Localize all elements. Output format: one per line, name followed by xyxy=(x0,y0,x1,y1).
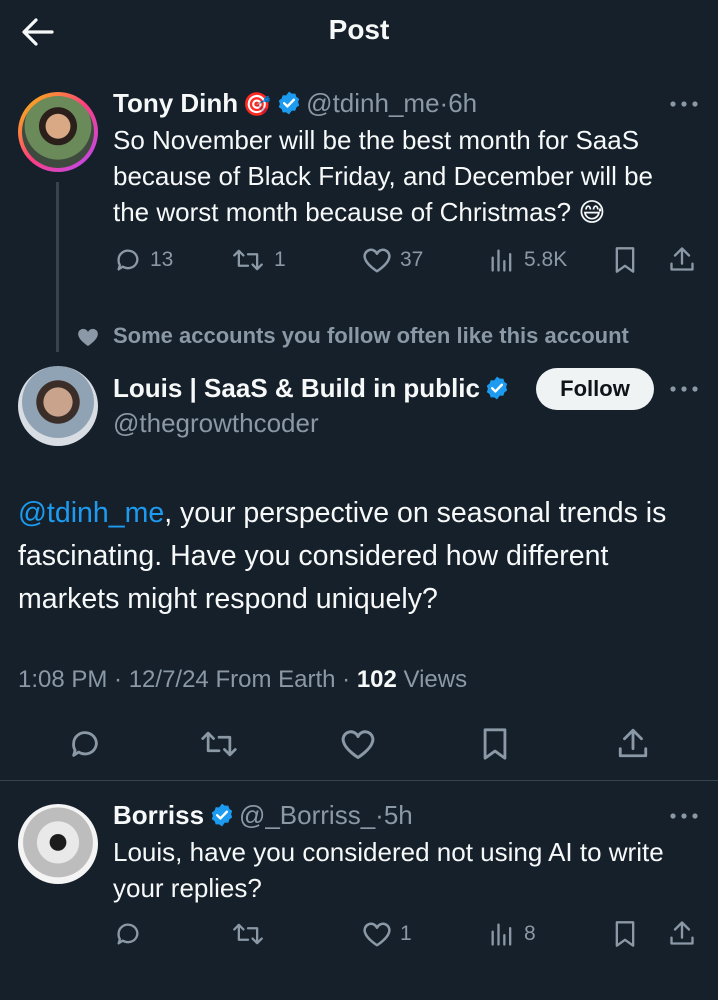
parent-post-header: Tony Dinh 🎯 @tdinh_me·6h xyxy=(113,88,477,119)
follow-button[interactable]: Follow xyxy=(536,368,654,410)
repost-count: 1 xyxy=(274,248,286,271)
share-icon[interactable] xyxy=(668,919,696,947)
verified-badge-icon xyxy=(487,376,508,400)
time-separator: · xyxy=(439,88,449,118)
main-post-header: Louis | SaaS & Build in public xyxy=(113,373,510,404)
avatar-tony-dinh[interactable] xyxy=(18,92,98,172)
post-time: 5h xyxy=(383,800,413,830)
like-icon[interactable] xyxy=(362,246,392,274)
reply-post-header: Borriss @_Borriss_·5h xyxy=(113,800,413,831)
bookmark-icon[interactable] xyxy=(612,920,638,948)
like-icon[interactable] xyxy=(362,920,392,948)
reply-icon[interactable] xyxy=(114,920,142,948)
reply-post-text: Louis, have you considered not using AI … xyxy=(113,837,664,903)
post-time: 6h xyxy=(448,88,478,118)
post-text: So November will be the best month for S… xyxy=(113,125,653,227)
repost-icon[interactable] xyxy=(232,920,264,948)
more-options-icon[interactable] xyxy=(668,98,700,110)
thread-line xyxy=(56,182,59,352)
heart-filled-icon xyxy=(78,328,98,346)
repost-icon[interactable] xyxy=(232,246,264,274)
views-count: 5.8K xyxy=(524,248,568,271)
views-count: 8 xyxy=(524,922,536,945)
mention-link[interactable]: @tdinh_me xyxy=(18,497,164,529)
top-bar: Post xyxy=(0,0,718,64)
share-icon[interactable] xyxy=(668,245,696,273)
more-options-icon[interactable] xyxy=(668,383,700,395)
views-label: Views xyxy=(396,666,468,693)
share-icon[interactable] xyxy=(616,726,650,760)
page-title: Post xyxy=(328,14,390,45)
author-name[interactable]: Louis | SaaS & Build in public xyxy=(113,373,480,403)
social-context-label: Some accounts you follow often like this… xyxy=(113,323,629,348)
divider xyxy=(0,780,718,781)
post-timestamp: 1:08 PM · 12/7/24 From Earth · xyxy=(18,666,357,693)
author-handle[interactable]: @_Borriss_ xyxy=(239,800,375,830)
verified-badge-icon xyxy=(211,803,232,827)
avatar-borriss[interactable] xyxy=(18,804,98,884)
reply-icon[interactable] xyxy=(114,246,142,274)
repost-icon[interactable] xyxy=(200,727,238,761)
reply-count: 13 xyxy=(150,248,174,271)
target-emoji-icon: 🎯 xyxy=(242,91,272,117)
bookmark-icon[interactable] xyxy=(612,246,638,274)
verified-badge-icon xyxy=(278,91,299,115)
author-name[interactable]: Tony Dinh xyxy=(113,88,238,118)
reply-icon[interactable] xyxy=(68,727,102,761)
author-handle[interactable]: @thegrowthcoder xyxy=(113,408,319,439)
post-meta: 1:08 PM · 12/7/24 From Earth · 102 Views xyxy=(18,666,467,694)
more-options-icon[interactable] xyxy=(668,810,700,822)
views-icon[interactable] xyxy=(488,246,516,274)
avatar-louis[interactable] xyxy=(18,366,98,446)
author-name[interactable]: Borriss xyxy=(113,800,204,830)
like-count: 1 xyxy=(400,922,412,945)
author-handle[interactable]: @tdinh_me xyxy=(306,88,439,118)
time-separator: · xyxy=(375,800,384,830)
views-icon[interactable] xyxy=(488,920,516,948)
like-count: 37 xyxy=(400,248,424,271)
main-post-text-block: @tdinh_me, your perspective on seasonal … xyxy=(18,492,708,621)
views-count[interactable]: 102 xyxy=(357,666,397,693)
like-icon[interactable] xyxy=(340,727,376,761)
bookmark-icon[interactable] xyxy=(480,727,510,761)
